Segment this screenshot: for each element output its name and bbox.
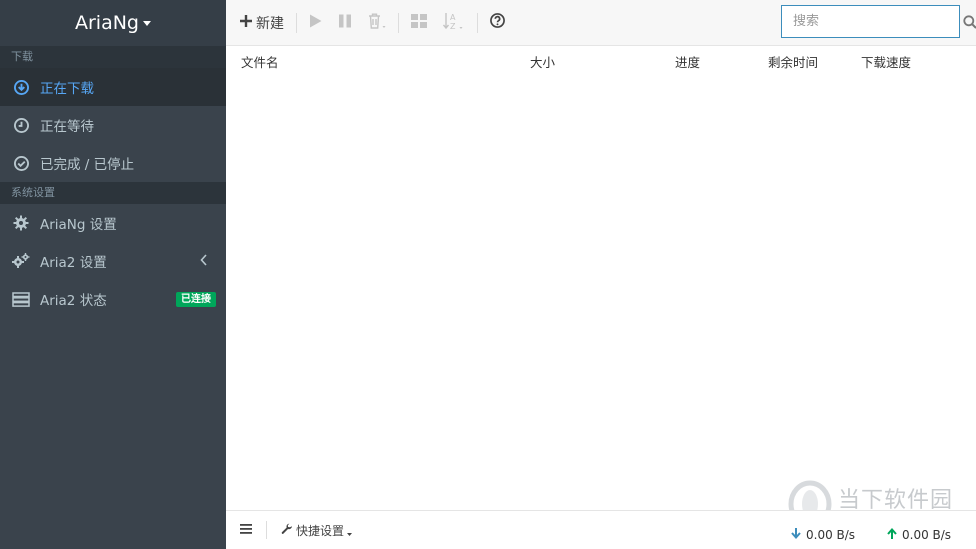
search-input[interactable] <box>782 6 963 37</box>
trash-icon <box>368 13 386 33</box>
task-table-header: 文件名 大小 进度 剩余时间 下载速度 <box>226 46 976 72</box>
upload-speed-indicator: 0.00 B/s <box>887 527 952 542</box>
arrow-down-icon <box>791 528 801 542</box>
pause-button[interactable] <box>330 8 360 38</box>
quick-settings-label: 快捷设置 <box>296 523 345 538</box>
brand-dropdown[interactable]: AriaNg <box>0 0 226 46</box>
sidebar-item-label: 已完成 / 已停止 <box>40 157 135 173</box>
download-speed-value: 0.00 B/s <box>806 528 856 542</box>
sidebar-item-aria2-status[interactable]: Aria2 状态 已连接 <box>0 280 226 318</box>
task-list <box>226 72 976 510</box>
hamburger-icon <box>240 523 252 537</box>
server-icon <box>12 290 30 308</box>
sidebar-item-label: Aria2 设置 <box>40 255 107 271</box>
new-task-button[interactable]: 新建 <box>232 8 292 38</box>
arrow-up-icon <box>887 527 897 542</box>
column-header-size[interactable]: 大小 <box>530 52 555 71</box>
download-speed-indicator: 0.00 B/s <box>791 528 855 542</box>
gear-icon <box>12 214 30 232</box>
chevron-left-icon[interactable] <box>200 254 208 270</box>
caret-down-icon <box>143 20 151 26</box>
play-icon <box>309 14 322 32</box>
sidebar-item-stopped[interactable]: 已完成 / 已停止 <box>0 144 226 182</box>
sort-button[interactable]: AZ <box>435 8 473 38</box>
question-circle-icon <box>490 13 505 32</box>
caret-down-icon <box>347 526 353 540</box>
search-box <box>781 5 976 38</box>
display-order-button[interactable] <box>403 8 435 38</box>
column-header-remaining[interactable]: 剩余时间 <box>768 52 818 71</box>
sidebar-item-label: Aria2 状态 <box>40 293 107 309</box>
download-circle-icon <box>12 78 30 96</box>
help-button[interactable] <box>482 8 513 38</box>
sidebar-item-waiting[interactable]: 正在等待 <box>0 106 226 144</box>
check-circle-icon <box>12 154 30 172</box>
sidebar-item-ariang-settings[interactable]: AriaNg 设置 <box>0 204 226 242</box>
sidebar-item-label: AriaNg 设置 <box>40 217 117 233</box>
gears-icon <box>12 252 30 270</box>
column-header-filename[interactable]: 文件名 <box>241 52 279 71</box>
delete-button[interactable] <box>360 8 394 38</box>
sidebar: AriaNg 下载 正在下载 正在等待 已完成 / 已停止 系统设置 AriaN… <box>0 0 226 549</box>
column-header-progress[interactable]: 进度 <box>675 52 700 71</box>
toolbar: 新建 AZ <box>226 0 976 46</box>
column-header-speed[interactable]: 下载速度 <box>861 52 911 71</box>
sidebar-item-aria2-settings[interactable]: Aria2 设置 <box>0 242 226 280</box>
menu-toggle-button[interactable] <box>226 523 266 537</box>
wrench-icon <box>281 523 293 538</box>
toolbar-divider <box>398 12 399 33</box>
sidebar-item-downloading[interactable]: 正在下载 <box>0 68 226 106</box>
toolbar-divider <box>477 12 478 33</box>
svg-text:Z: Z <box>450 22 456 30</box>
quick-settings-button[interactable]: 快捷设置 <box>267 520 353 540</box>
sidebar-item-label: 正在等待 <box>40 119 94 135</box>
start-button[interactable] <box>301 8 330 38</box>
section-header-download: 下载 <box>0 46 226 68</box>
svg-text:A: A <box>450 13 456 22</box>
search-icon[interactable] <box>963 14 976 29</box>
toolbar-divider <box>296 12 297 33</box>
clock-icon <box>12 116 30 134</box>
sort-alpha-icon: AZ <box>442 12 465 34</box>
sidebar-item-label: 正在下载 <box>40 81 94 97</box>
new-task-label: 新建 <box>256 15 284 32</box>
brand-title: AriaNg <box>74 12 139 34</box>
plus-icon <box>240 14 252 31</box>
upload-speed-value: 0.00 B/s <box>902 528 952 542</box>
pause-icon <box>338 14 352 32</box>
footer: 快捷设置 0.00 B/s 0.00 B/s <box>226 510 976 549</box>
section-header-settings: 系统设置 <box>0 182 226 204</box>
status-badge: 已连接 <box>176 292 216 307</box>
grid-icon <box>411 13 427 32</box>
